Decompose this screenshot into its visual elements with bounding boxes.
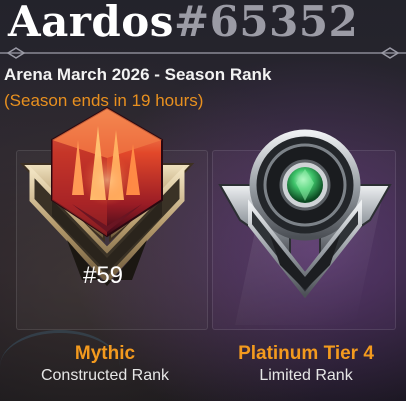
player-tag: #65352 — [173, 0, 359, 46]
platinum-emerald-emblem-icon[interactable] — [210, 125, 400, 315]
player-name-header: Aardos#65352 — [8, 0, 358, 48]
header-divider — [0, 47, 406, 59]
season-rank-screen: Aardos#65352 Arena March 2026 - Season R… — [0, 0, 406, 401]
constructed-rank-caption: Mythic Constructed Rank — [10, 343, 200, 387]
limited-rank-name: Platinum Tier 4 — [238, 343, 374, 364]
player-name: Aardos — [8, 0, 174, 46]
constructed-format-label: Constructed Rank — [40, 367, 170, 384]
season-title: Arena March 2026 - Season Rank — [4, 65, 272, 84]
limited-format-label: Limited Rank — [259, 367, 353, 384]
constructed-rank-name: Mythic — [74, 343, 136, 364]
limited-rank-caption: Platinum Tier 4 Limited Rank — [212, 343, 400, 387]
mythic-rank-number: #59 — [82, 262, 124, 289]
